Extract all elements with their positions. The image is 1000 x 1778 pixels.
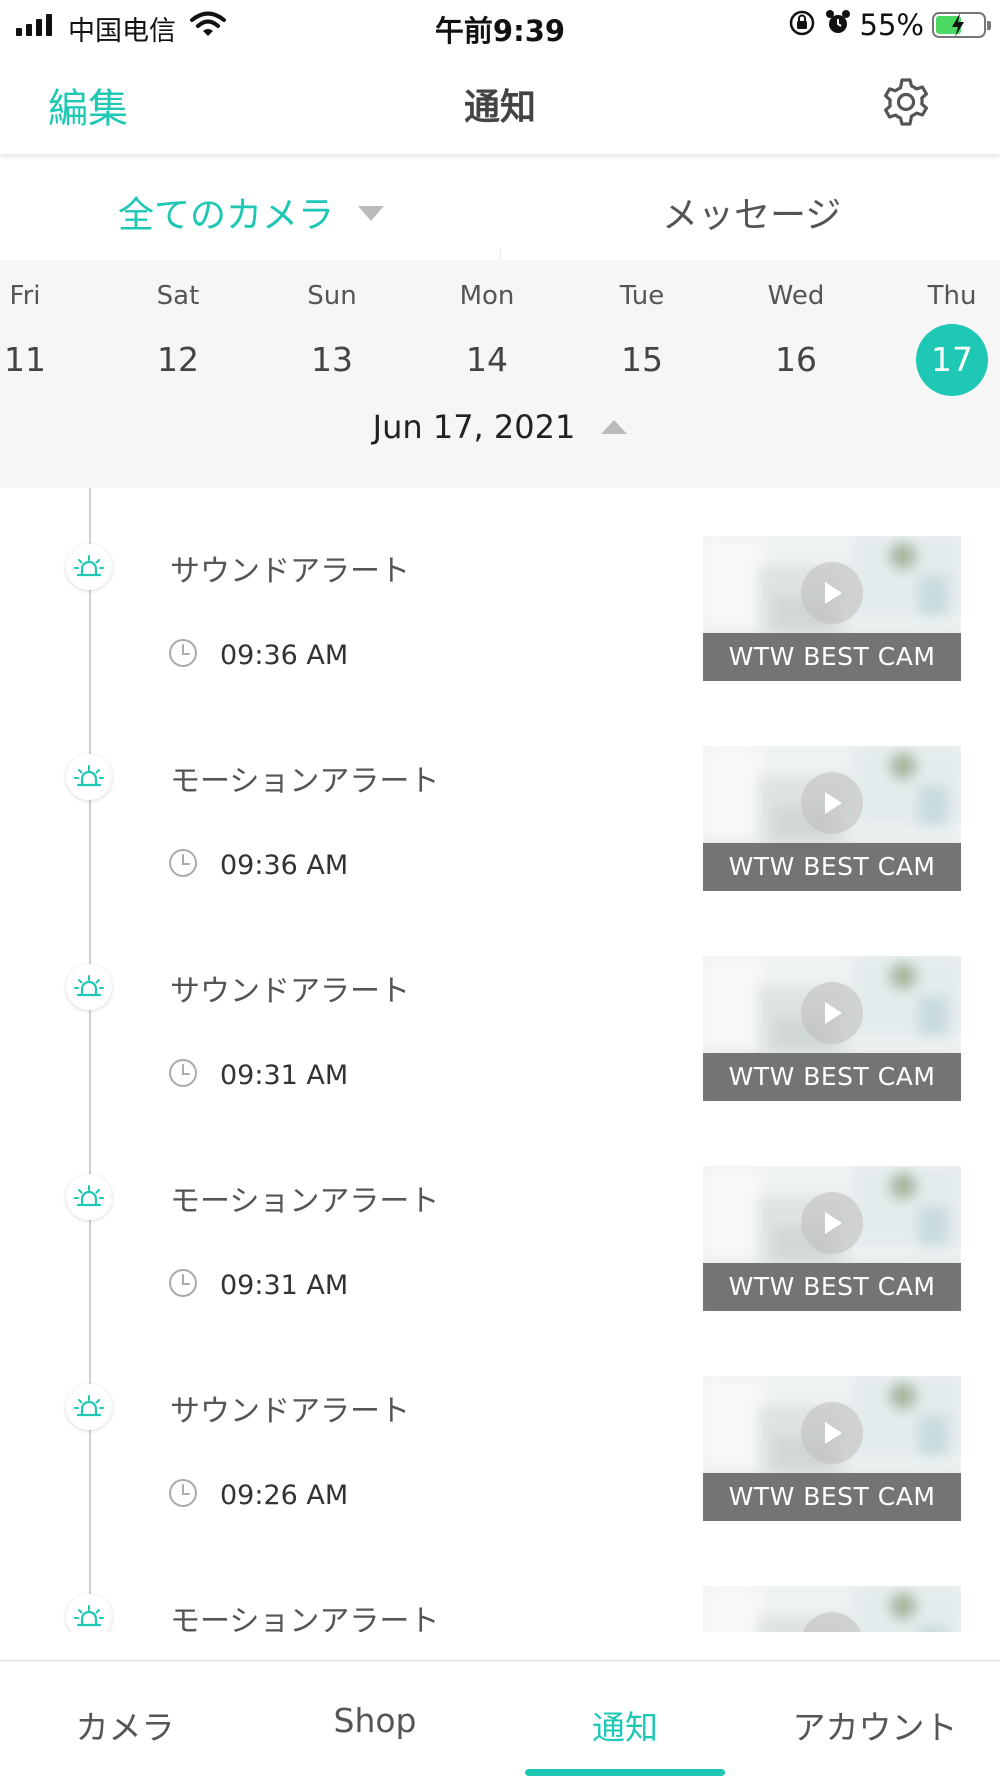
alarm-light-icon <box>66 1384 112 1430</box>
gear-icon[interactable] <box>880 76 932 132</box>
clock-icon <box>168 848 198 882</box>
event-row[interactable]: モーションアラート 09:31 AM WTW BEST CAM <box>0 1118 1000 1328</box>
day-tue-15[interactable]: Tue 15 <box>592 278 692 396</box>
selected-day-number: 17 <box>916 324 988 396</box>
orientation-lock-icon <box>788 9 816 41</box>
event-row[interactable]: モーションアラート 09:36 AM WTW BEST CAM <box>0 698 1000 908</box>
camera-filter-dropdown[interactable]: 全てのカメラ <box>118 186 385 238</box>
day-name: Sat <box>156 281 200 311</box>
event-title: モーションアラート <box>170 1604 440 1632</box>
date-strip: Fri 11 Sat 12 Sun 13 Mon 14 Tue 15 Wed 1… <box>0 260 1000 488</box>
day-name: Fri <box>9 281 41 311</box>
event-title: モーションアラート <box>170 764 440 799</box>
day-name: Mon <box>459 281 515 311</box>
play-icon[interactable] <box>801 772 863 834</box>
tab-account[interactable]: アカウント <box>750 1701 1000 1749</box>
event-time: 09:36 AM <box>220 849 349 881</box>
selected-date-label: Jun 17, 2021 <box>372 408 576 446</box>
alarm-light-icon <box>66 754 112 800</box>
day-mon-14[interactable]: Mon 14 <box>437 278 537 396</box>
clock-icon <box>168 1058 198 1092</box>
camera-name-label: WTW BEST CAM <box>703 1263 961 1311</box>
event-time: 09:36 AM <box>220 639 349 671</box>
event-thumbnail[interactable]: WTW BEST CAM <box>703 956 961 1101</box>
day-number: 12 <box>157 340 199 379</box>
day-number: 15 <box>621 340 663 379</box>
event-time: 09:31 AM <box>220 1059 349 1091</box>
day-wed-16[interactable]: Wed 16 <box>746 278 846 396</box>
status-bar: 中国电信 午前9:39 55% <box>0 0 1000 52</box>
tab-camera[interactable]: カメラ <box>0 1701 250 1749</box>
event-row[interactable]: サウンドアラート 09:36 AM WTW BEST CAM <box>0 488 1000 698</box>
alarm-light-icon <box>66 544 112 590</box>
alarm-light-icon <box>66 1174 112 1220</box>
page-title: 通知 <box>463 87 536 128</box>
day-number: 16 <box>775 340 817 379</box>
play-icon[interactable] <box>801 1402 863 1464</box>
filter-divider <box>500 250 501 260</box>
clock-icon <box>168 638 198 672</box>
day-sun-13[interactable]: Sun 13 <box>282 278 382 396</box>
day-sat-12[interactable]: Sat 12 <box>128 278 228 396</box>
day-name: Wed <box>767 281 825 311</box>
alarm-light-icon <box>66 964 112 1010</box>
clock-icon <box>168 1478 198 1512</box>
event-title: モーションアラート <box>170 1184 440 1219</box>
camera-name-label: WTW BEST CAM <box>703 1473 961 1521</box>
battery-icon <box>932 12 991 38</box>
alarm-light-icon <box>66 1594 112 1632</box>
day-fri-11[interactable]: Fri 11 <box>0 278 75 396</box>
play-icon[interactable] <box>801 982 863 1044</box>
day-name: Sun <box>307 281 357 311</box>
tab-bar: カメラ Shop 通知 アカウント <box>0 1660 1000 1778</box>
event-time: 09:31 AM <box>220 1269 349 1301</box>
camera-name-label: WTW BEST CAM <box>703 633 961 681</box>
camera-name-label: WTW BEST CAM <box>703 843 961 891</box>
event-thumbnail[interactable] <box>703 1586 961 1632</box>
event-thumbnail[interactable]: WTW BEST CAM <box>703 1166 961 1311</box>
event-list[interactable]: サウンドアラート 09:36 AM WTW BEST CAM モーションアラート… <box>0 488 1000 1632</box>
nav-header: 編集 通知 <box>0 52 1000 154</box>
tab-notifications[interactable]: 通知 <box>500 1701 750 1749</box>
event-thumbnail[interactable]: WTW BEST CAM <box>703 746 961 891</box>
day-number: 11 <box>4 340 46 379</box>
play-icon[interactable] <box>801 1192 863 1254</box>
day-number: 14 <box>466 340 508 379</box>
event-row[interactable]: サウンドアラート 09:31 AM WTW BEST CAM <box>0 908 1000 1118</box>
day-number: 13 <box>311 340 353 379</box>
event-title: サウンドアラート <box>170 974 410 1009</box>
play-icon[interactable] <box>801 562 863 624</box>
camera-name-label: WTW BEST CAM <box>703 1053 961 1101</box>
caret-up-icon <box>601 420 628 434</box>
alarm-icon <box>824 9 852 41</box>
tab-shop[interactable]: Shop <box>250 1701 500 1740</box>
caret-down-icon <box>358 205 385 221</box>
day-thu-17[interactable]: Thu 17 <box>902 278 1000 396</box>
active-tab-indicator <box>525 1769 725 1776</box>
camera-filter-label: 全てのカメラ <box>118 195 335 236</box>
event-title: サウンドアラート <box>170 554 410 589</box>
event-title: サウンドアラート <box>170 1394 410 1429</box>
clock-icon <box>168 1268 198 1302</box>
date-picker-toggle[interactable]: Jun 17, 2021 <box>373 408 628 446</box>
event-row[interactable]: モーションアラート <box>0 1538 1000 1632</box>
event-thumbnail[interactable]: WTW BEST CAM <box>703 536 961 681</box>
battery-percent: 55% <box>859 8 924 42</box>
day-name: Tue <box>619 281 665 311</box>
day-name: Thu <box>927 281 977 311</box>
event-row[interactable]: サウンドアラート 09:26 AM WTW BEST CAM <box>0 1328 1000 1538</box>
filter-row: 全てのカメラ メッセージ <box>0 154 1000 260</box>
messages-tab[interactable]: メッセージ <box>662 186 841 238</box>
event-time: 09:26 AM <box>220 1479 349 1511</box>
event-thumbnail[interactable]: WTW BEST CAM <box>703 1376 961 1521</box>
